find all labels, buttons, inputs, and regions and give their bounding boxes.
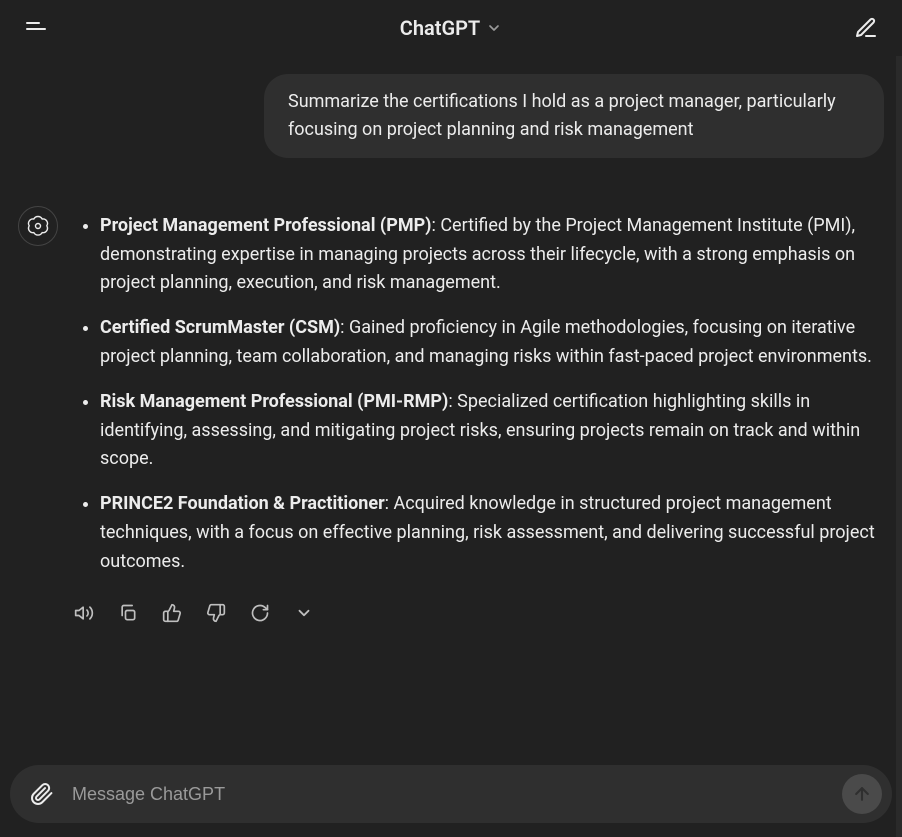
read-aloud-button[interactable] [70, 599, 98, 627]
thumbs-up-button[interactable] [158, 599, 186, 627]
list-item: PRINCE2 Foundation & Practitioner: Acqui… [100, 490, 884, 576]
message-actions [70, 599, 884, 627]
openai-logo-icon [26, 214, 50, 238]
message-input[interactable] [72, 784, 828, 805]
list-item: Certified ScrumMaster (CSM): Gained prof… [100, 314, 884, 372]
chevron-down-icon [486, 20, 502, 36]
paperclip-icon [30, 782, 54, 806]
model-selector[interactable]: ChatGPT [400, 16, 502, 40]
assistant-message-row: Project Management Professional (PMP): C… [18, 206, 884, 627]
refresh-icon [250, 603, 270, 623]
arrow-up-icon [852, 784, 872, 804]
menu-icon [24, 16, 48, 40]
thumbs-down-button[interactable] [202, 599, 230, 627]
user-message-row: Summarize the certifications I hold as a… [18, 74, 884, 158]
speaker-icon [74, 603, 94, 623]
new-chat-button[interactable] [848, 10, 884, 46]
menu-button[interactable] [18, 10, 54, 46]
certifications-list: Project Management Professional (PMP): C… [72, 212, 884, 577]
list-item: Project Management Professional (PMP): C… [100, 212, 884, 298]
attach-button[interactable] [26, 778, 58, 810]
assistant-content: Project Management Professional (PMP): C… [72, 206, 884, 627]
thumbs-down-icon [206, 603, 226, 623]
page-title: ChatGPT [400, 16, 480, 40]
regenerate-button[interactable] [246, 599, 274, 627]
cert-title: Certified ScrumMaster (CSM) [100, 317, 340, 338]
assistant-avatar [18, 206, 58, 246]
header: ChatGPT [0, 0, 902, 56]
cert-title: Project Management Professional (PMP) [100, 215, 432, 236]
cert-title: Risk Management Professional (PMI-RMP) [100, 391, 448, 412]
thumbs-up-icon [162, 603, 182, 623]
copy-button[interactable] [114, 599, 142, 627]
send-button[interactable] [842, 774, 882, 814]
input-bar [10, 765, 892, 823]
edit-icon [854, 16, 878, 40]
user-message-bubble: Summarize the certifications I hold as a… [264, 74, 884, 158]
more-button[interactable] [290, 599, 318, 627]
chevron-down-icon [295, 604, 313, 622]
list-item: Risk Management Professional (PMI-RMP): … [100, 388, 884, 474]
scrollbar[interactable] [896, 56, 902, 837]
conversation: Summarize the certifications I hold as a… [0, 56, 902, 837]
copy-icon [118, 603, 138, 623]
cert-title: PRINCE2 Foundation & Practitioner [100, 493, 385, 514]
